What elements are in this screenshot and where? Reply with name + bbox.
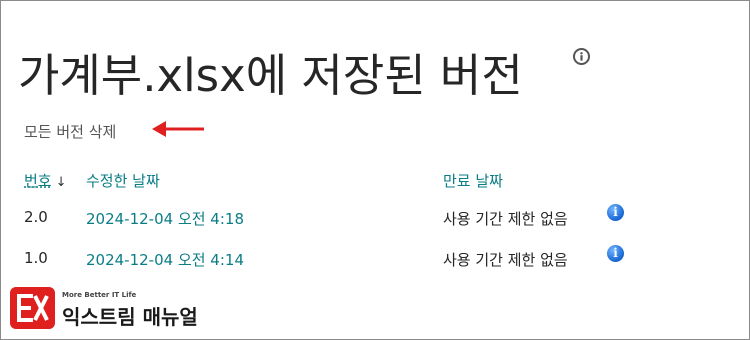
watermark-name: 익스트림 매뉴얼 [62, 305, 198, 329]
annotation-arrow-icon [152, 121, 204, 137]
table-row: 2.0 2024-12-04 오전 4:18 사용 기간 제한 없음 i [0, 204, 748, 232]
column-header-modified-date: 수정한 날짜 [86, 172, 160, 190]
column-header-number[interactable]: 번호 ↓ [24, 170, 67, 191]
table-row: 1.0 2024-12-04 오전 4:14 사용 기간 제한 없음 i [0, 245, 748, 273]
page-title: 가계부.xlsx에 저장된 버전 [18, 49, 523, 103]
info-icon[interactable]: i [607, 204, 624, 221]
version-expiration: 사용 기간 제한 없음 [443, 251, 568, 269]
delete-all-versions-link[interactable]: 모든 버전 삭제 [24, 121, 116, 142]
version-modified-date-link[interactable]: 2024-12-04 오전 4:18 [86, 208, 244, 229]
column-header-number-label[interactable]: 번호 [24, 172, 52, 190]
version-number: 1.0 [24, 249, 48, 267]
brand-logo-icon [10, 287, 55, 329]
version-modified-date-link[interactable]: 2024-12-04 오전 4:14 [86, 249, 244, 270]
version-expiration: 사용 기간 제한 없음 [443, 210, 568, 228]
info-icon[interactable]: i [607, 245, 624, 262]
watermark-tagline: More Better IT Life [62, 291, 137, 299]
info-circle-icon[interactable] [573, 48, 590, 65]
sort-down-arrow-icon: ↓ [55, 175, 67, 190]
column-header-expiration-date: 만료 날짜 [443, 172, 503, 190]
version-number: 2.0 [24, 208, 48, 226]
